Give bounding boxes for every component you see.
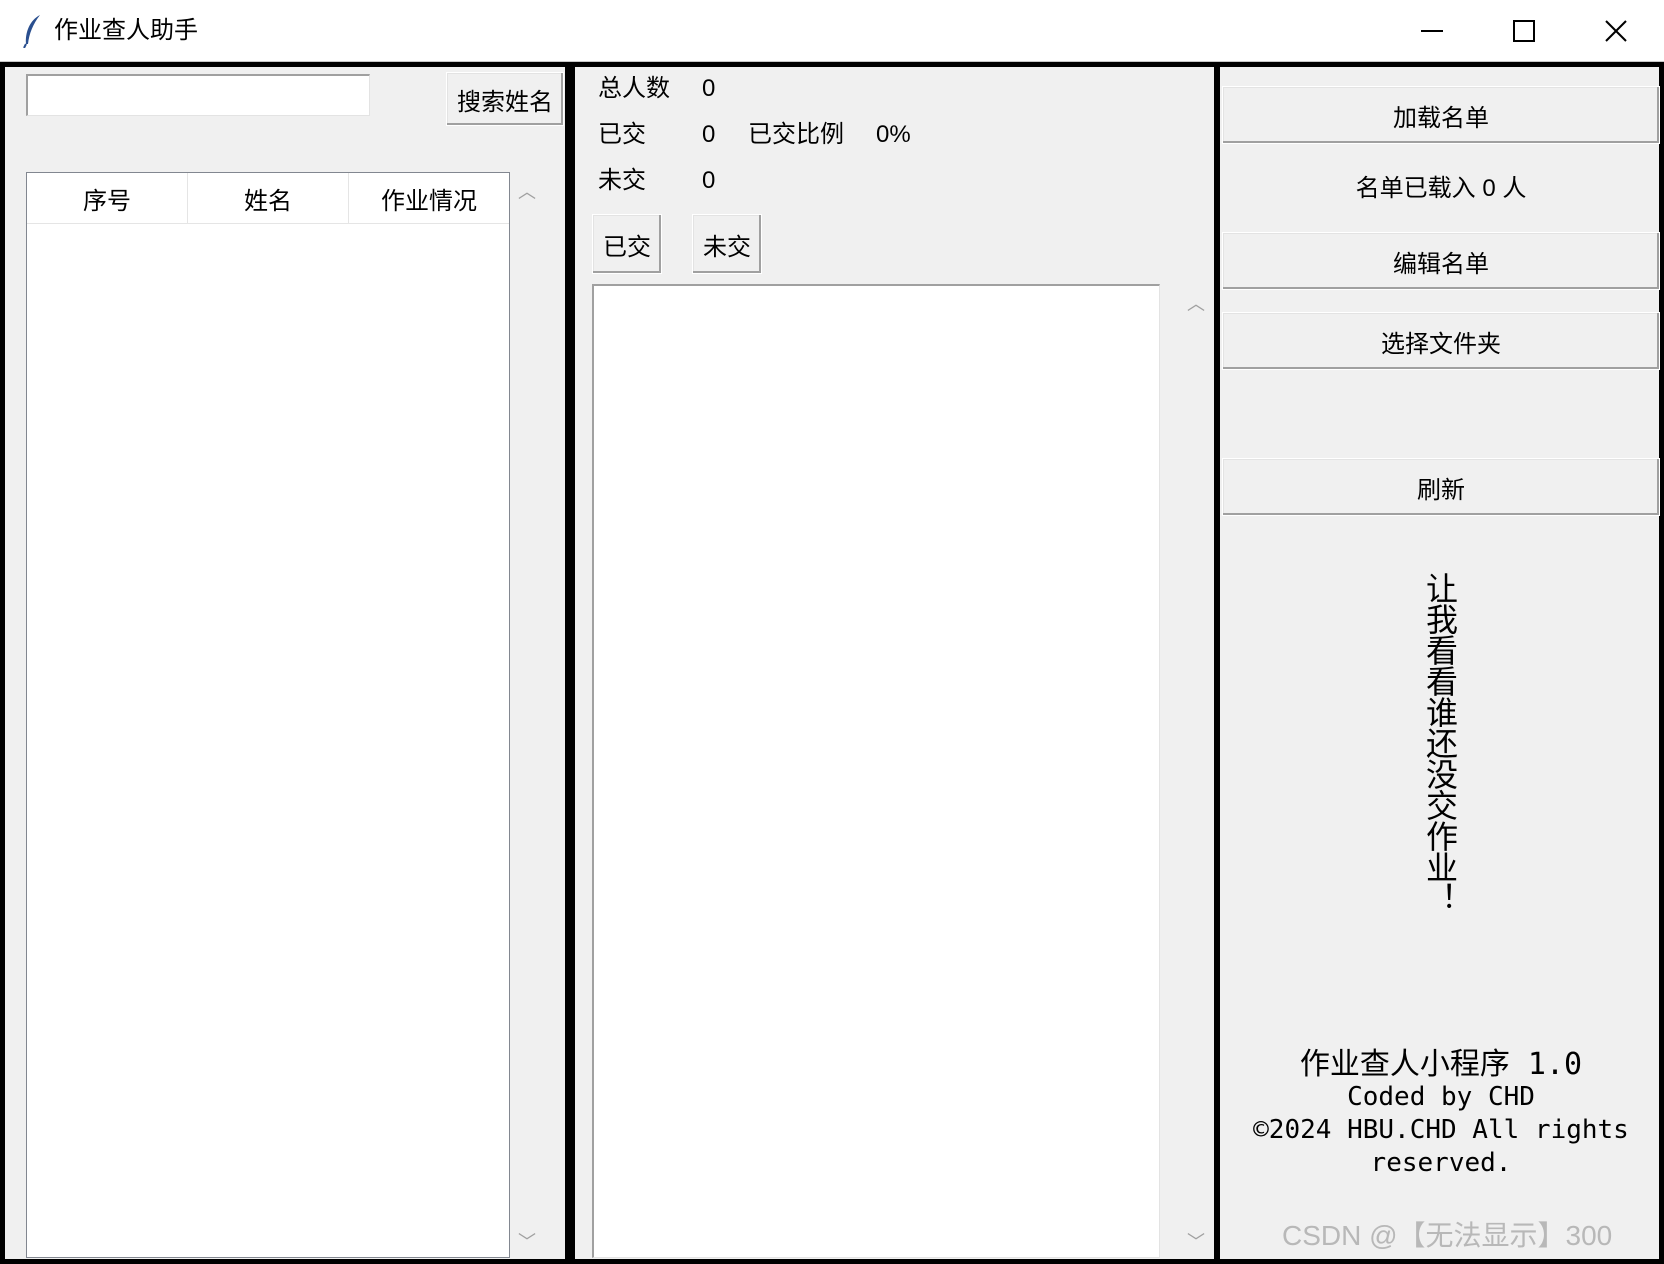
search-input[interactable] [26,74,370,116]
column-header-index[interactable]: 序号 [27,173,188,223]
list-scrollbar[interactable]: ︿ ﹀ [1180,284,1212,1258]
show-missing-button[interactable]: 未交 [692,214,762,274]
result-listbox[interactable] [592,284,1160,1258]
total-label: 总人数 [598,75,670,102]
load-list-button[interactable]: 加载名单 [1222,86,1660,144]
window-title: 作业查人助手 [54,17,198,44]
close-button[interactable] [1570,0,1662,62]
total-value: 0 [702,75,716,102]
scroll-down-icon[interactable]: ﹀ [513,1228,541,1254]
credit-author: Coded by CHD [1347,1082,1535,1112]
loaded-status-label: 名单已载入 0 人 [1355,175,1527,202]
show-submitted-button[interactable]: 已交 [592,214,662,274]
maximize-icon [1513,20,1535,42]
scroll-up-icon[interactable]: ︿ [1182,290,1210,316]
feather-icon [23,15,40,48]
edit-list-button[interactable]: 编辑名单 [1222,232,1660,290]
table-header: 序号 姓名 作业情况 [27,173,509,224]
credit-app-name: 作业查人小程序 1.0 [1299,1047,1583,1082]
watermark: CSDN @【无法显示】300 [1282,1220,1613,1251]
ratio-value: 0% [876,121,911,148]
ratio-label: 已交比例 [748,121,844,148]
close-icon [1605,20,1627,42]
title-bar: 作业查人助手 [0,0,1664,62]
table-scrollbar[interactable]: ︿ ﹀ [510,172,544,1258]
minimize-button[interactable] [1386,0,1478,62]
search-name-button[interactable]: 搜索姓名 [446,72,564,126]
missing-value: 0 [702,167,716,194]
student-table[interactable]: 序号 姓名 作业情况 [26,172,510,1258]
choose-folder-button[interactable]: 选择文件夹 [1222,312,1660,370]
column-header-status[interactable]: 作业情况 [349,173,509,223]
refresh-button[interactable]: 刷新 [1222,458,1660,516]
slogan-text: 让我看看谁还没交作业！ [1421,572,1459,913]
column-header-name[interactable]: 姓名 [188,173,349,223]
credits-block: 作业查人小程序 1.0 Coded by CHD ©2024 HBU.CHD A… [1222,1048,1660,1180]
maximize-button[interactable] [1478,0,1570,62]
credit-reserved: reserved. [1370,1148,1512,1178]
missing-label: 未交 [598,167,646,194]
credit-copyright: ©2024 HBU.CHD All rights [1253,1115,1629,1145]
minimize-icon [1421,30,1443,32]
scroll-down-icon[interactable]: ﹀ [1182,1228,1210,1254]
submitted-label: 已交 [598,121,646,148]
submitted-value: 0 [702,121,716,148]
scroll-up-icon[interactable]: ︿ [513,178,541,204]
